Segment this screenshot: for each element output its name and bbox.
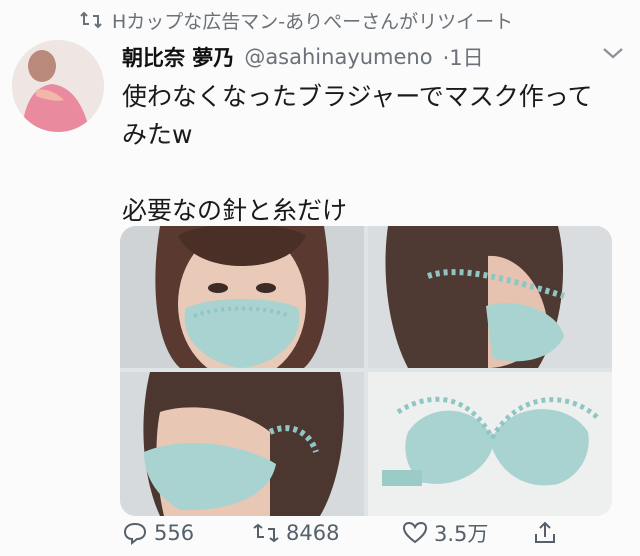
share-icon	[535, 521, 555, 543]
retweet-banner[interactable]: Hカップな広告マン-ありぺーさんがリツイート	[80, 6, 513, 34]
timestamp[interactable]: ·1日	[443, 42, 484, 72]
share-button[interactable]	[532, 520, 558, 546]
handle[interactable]: @asahinayumeno	[244, 45, 432, 69]
reply-button[interactable]: 556	[122, 521, 252, 545]
avatar[interactable]	[12, 40, 104, 132]
media-grid[interactable]	[120, 226, 612, 516]
media-photo-bra[interactable]	[368, 372, 612, 516]
retweet-icon	[80, 11, 102, 29]
reply-count: 556	[154, 521, 195, 545]
tweet-actions: 556 8468 3.5万	[122, 514, 622, 552]
tweet-text-line: みたw	[122, 120, 193, 149]
heart-icon	[402, 521, 428, 544]
retweet-count: 8468	[286, 521, 340, 545]
media-photo-angle[interactable]	[120, 372, 364, 516]
tweet-text: 使わなくなったブラジャーでマスク作って みたw 必要なの針と糸だけ	[122, 78, 622, 230]
display-name[interactable]: 朝比奈 夢乃	[122, 42, 234, 72]
tweet-text-line: 使わなくなったブラジャーでマスク作って	[122, 82, 593, 111]
like-count: 3.5万	[434, 522, 489, 546]
chevron-down-icon[interactable]	[600, 44, 626, 66]
retweet-banner-text: Hカップな広告マン-ありぺーさんがリツイート	[112, 10, 514, 33]
retweet-icon	[253, 523, 279, 543]
tweet-header: 朝比奈 夢乃 @asahinayumeno ·1日	[122, 40, 622, 74]
like-button[interactable]: 3.5万	[402, 518, 532, 548]
reply-icon	[123, 522, 147, 545]
media-photo-front[interactable]	[120, 226, 364, 368]
media-photo-side[interactable]	[368, 226, 612, 368]
retweet-button[interactable]: 8468	[252, 521, 402, 545]
tweet-text-line: 必要なの針と糸だけ	[122, 196, 348, 225]
